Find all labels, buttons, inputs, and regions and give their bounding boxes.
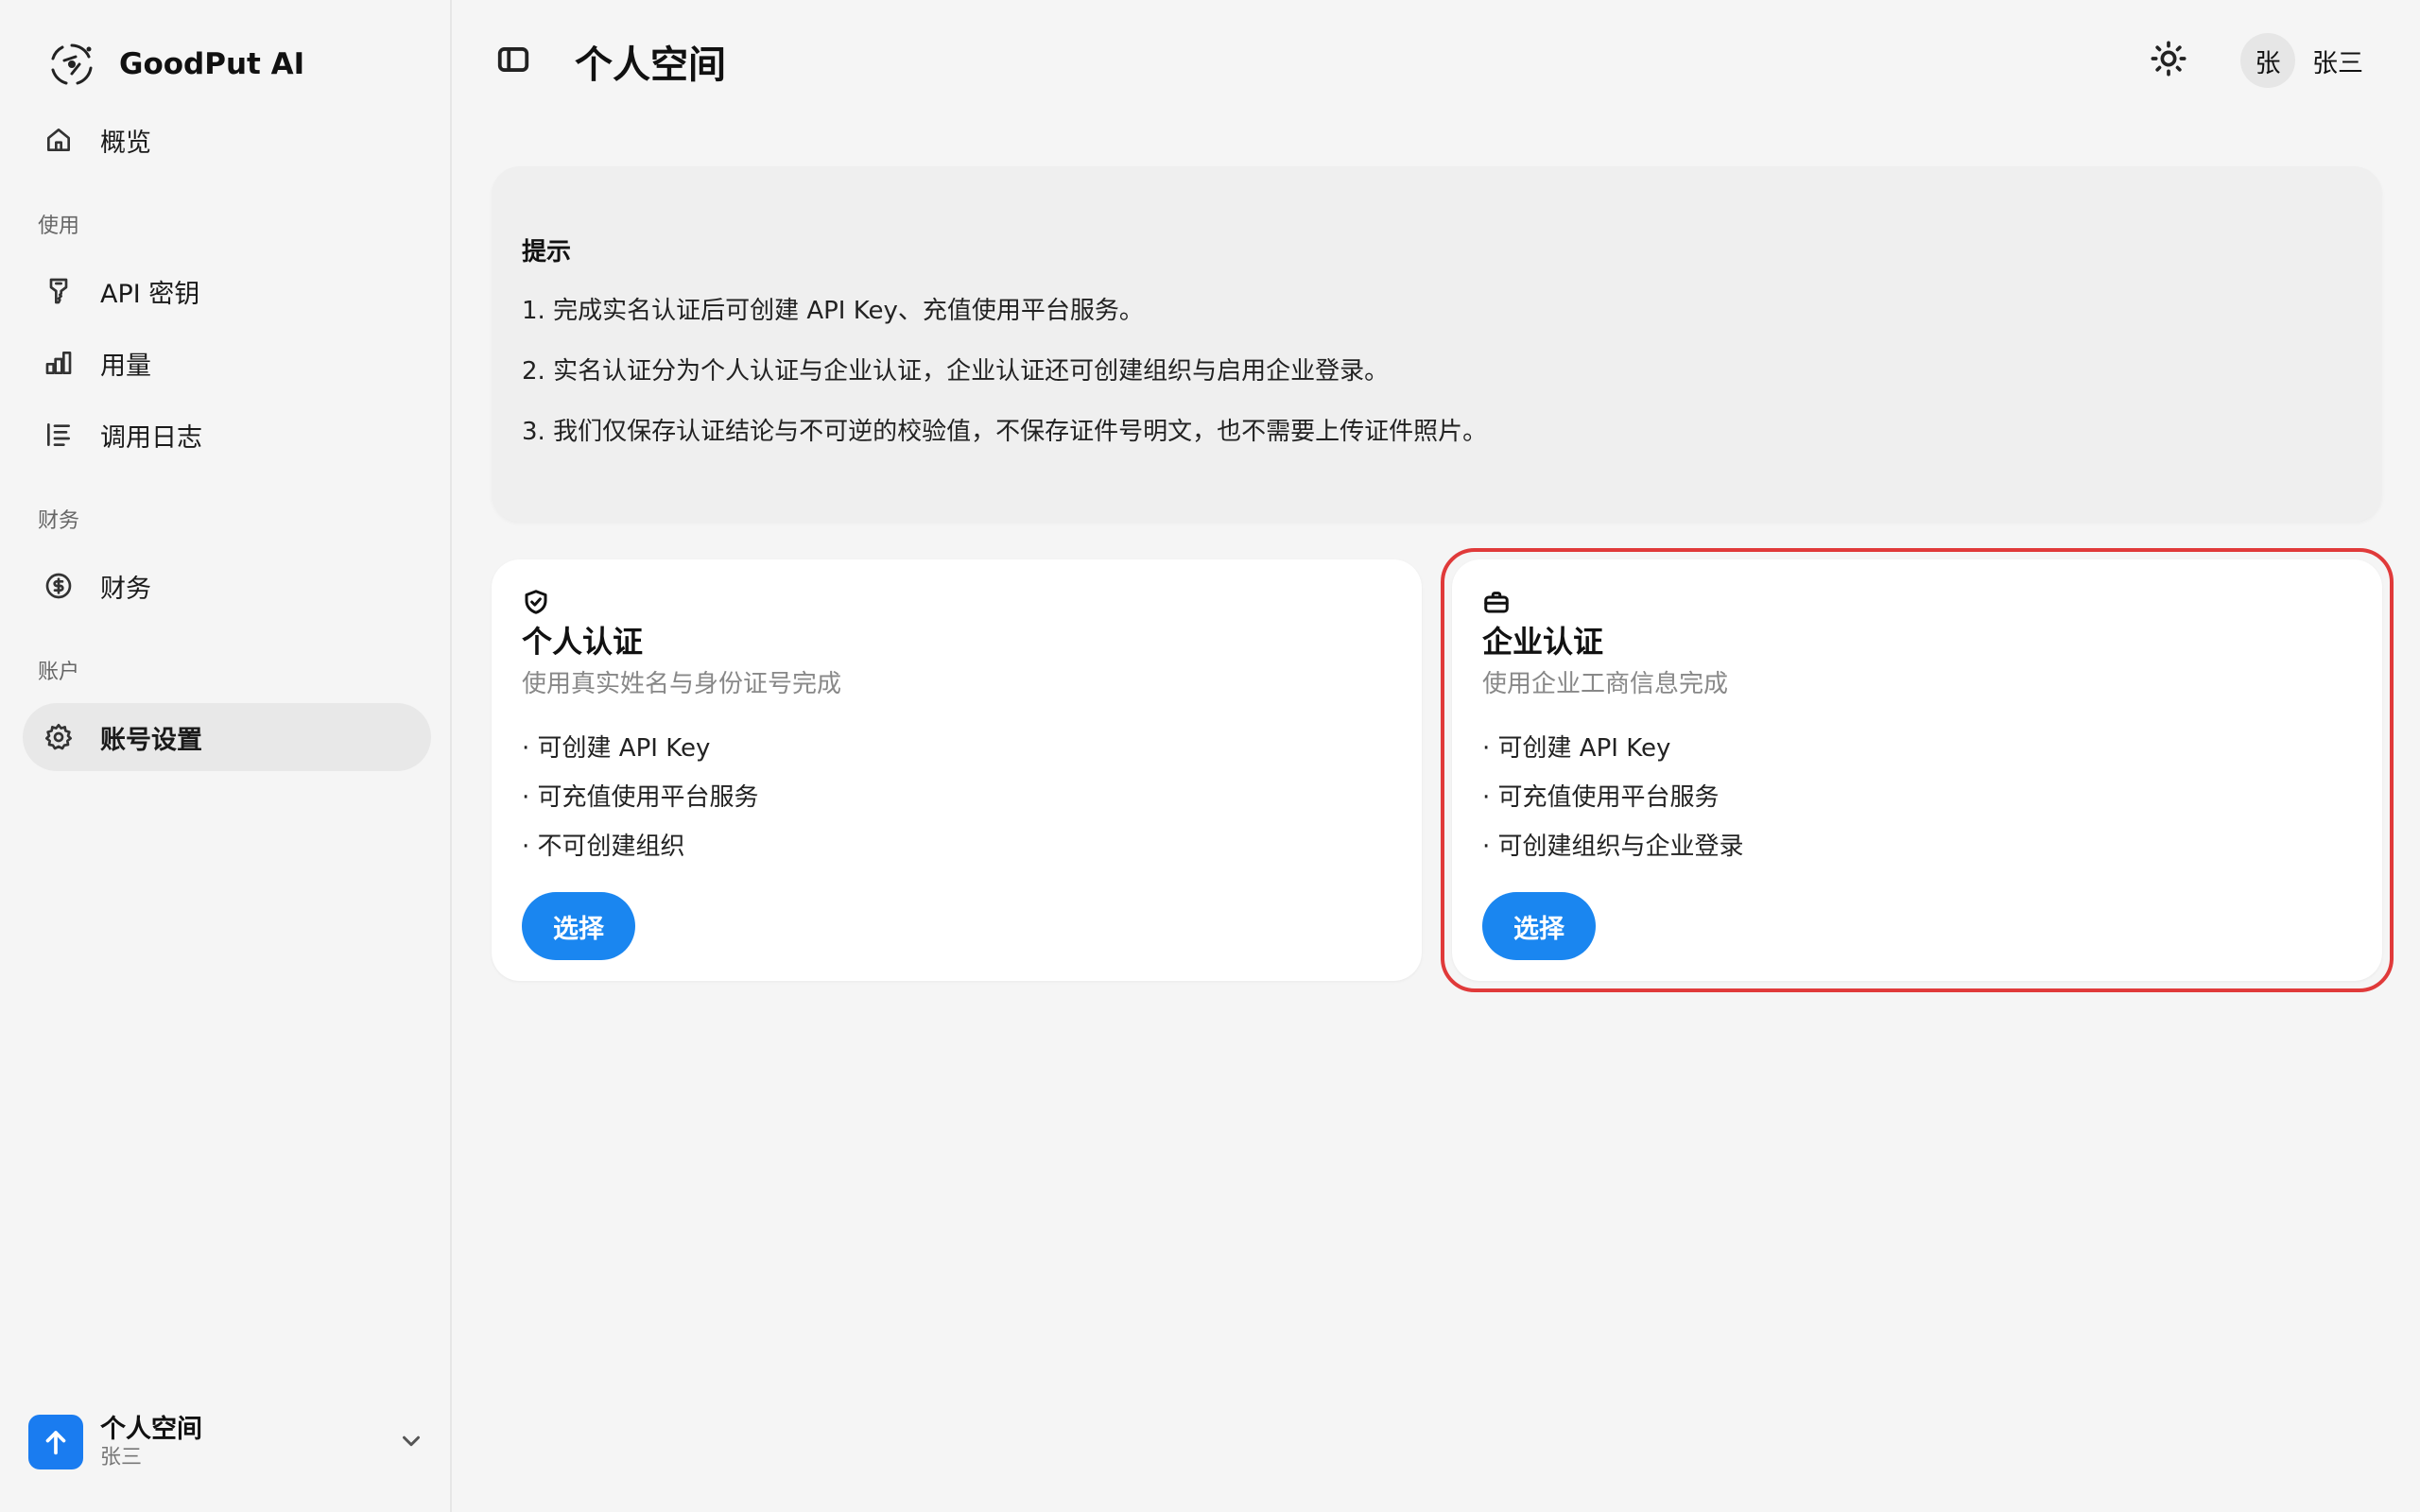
user-name: 张三 xyxy=(2312,48,2363,78)
sidebar: GoodPut AI 概览 使用 API 密钥 用量 调用日志 财务 财务 账户… xyxy=(0,0,452,1512)
feature-item: · 可创建组织与企业登录 xyxy=(1482,833,1744,861)
sun-icon xyxy=(2151,41,2187,77)
page-title: 个人空间 xyxy=(575,43,726,87)
section-label-usage: 使用 xyxy=(38,215,80,238)
feature-item: · 可创建 API Key xyxy=(522,734,711,763)
shield-check-icon xyxy=(522,588,552,618)
dollar-circle-icon xyxy=(42,569,76,603)
card-title: 个人认证 xyxy=(522,624,644,660)
user-menu[interactable]: 张 张三 xyxy=(2240,33,2363,88)
sidebar-item-label: 财务 xyxy=(100,574,151,604)
select-personal-button[interactable]: 选择 xyxy=(522,892,635,960)
sidebar-item-api-keys[interactable]: API 密钥 xyxy=(23,257,431,325)
sidebar-item-call-logs[interactable]: 调用日志 xyxy=(23,401,431,469)
feature-item: · 不可创建组织 xyxy=(522,833,685,861)
sidebar-item-label: 账号设置 xyxy=(100,725,202,755)
section-label-finance: 财务 xyxy=(38,509,80,533)
list-icon xyxy=(42,418,76,452)
brand[interactable]: GoodPut AI xyxy=(47,40,304,89)
gear-icon xyxy=(42,720,76,754)
home-icon xyxy=(42,123,76,157)
sidebar-item-label: 概览 xyxy=(100,128,151,158)
card-subtitle: 使用真实姓名与身份证号完成 xyxy=(522,670,842,698)
notice-line: 3. 我们仅保存认证结论与不可逆的校验值，不保存证件号明文，也不需要上传证件照片… xyxy=(522,418,1488,446)
sidebar-item-label: 调用日志 xyxy=(100,422,202,453)
select-enterprise-button[interactable]: 选择 xyxy=(1482,892,1596,960)
enterprise-verification-card: 企业认证 使用企业工商信息完成 · 可创建 API Key · 可充值使用平台服… xyxy=(1452,559,2382,981)
sidebar-panel-icon xyxy=(497,47,529,72)
personal-verification-card: 个人认证 使用真实姓名与身份证号完成 · 可创建 API Key · 可充值使用… xyxy=(492,559,1422,981)
sidebar-item-overview[interactable]: 概览 xyxy=(23,106,431,174)
feature-item: · 可充值使用平台服务 xyxy=(522,783,759,812)
feature-item: · 可充值使用平台服务 xyxy=(1482,783,1720,812)
space-avatar xyxy=(28,1415,83,1469)
key-icon xyxy=(42,274,76,308)
sidebar-item-usage[interactable]: 用量 xyxy=(23,329,431,397)
app-root: GoodPut AI 概览 使用 API 密钥 用量 调用日志 财务 财务 账户… xyxy=(0,0,2420,1512)
feature-item: · 可创建 API Key xyxy=(1482,734,1671,763)
sidebar-item-finance[interactable]: 财务 xyxy=(23,552,431,620)
arrow-up-icon xyxy=(45,1431,66,1455)
notice-line: 1. 完成实名认证后可创建 API Key、充值使用平台服务。 xyxy=(522,297,1144,325)
goodput-logo-icon xyxy=(51,43,93,85)
briefcase-icon xyxy=(1482,588,1512,618)
notice-line: 2. 实名认证分为个人认证与企业认证，企业认证还可创建组织与启用企业登录。 xyxy=(522,357,1390,386)
sidebar-item-label: 用量 xyxy=(100,351,151,381)
sidebar-item-account-settings[interactable]: 账号设置 xyxy=(23,703,431,771)
sidebar-item-label: API 密钥 xyxy=(100,279,200,309)
avatar: 张 xyxy=(2240,33,2295,88)
theme-toggle-button[interactable] xyxy=(2150,40,2191,81)
notice-title: 提示 xyxy=(522,238,572,266)
notice-panel: 提示 1. 完成实名认证后可创建 API Key、充值使用平台服务。 2. 实名… xyxy=(492,166,2382,522)
card-title: 企业认证 xyxy=(1482,624,1604,660)
space-info: 个人空间 张三 xyxy=(100,1414,202,1470)
section-label-account: 账户 xyxy=(38,661,80,684)
bar-chart-icon xyxy=(42,346,76,380)
space-name: 个人空间 xyxy=(100,1415,202,1444)
chevron-down-icon[interactable] xyxy=(397,1427,425,1455)
space-switcher[interactable]: 个人空间 张三 xyxy=(28,1408,425,1476)
card-subtitle: 使用企业工商信息完成 xyxy=(1482,670,1729,698)
brand-name: GoodPut AI xyxy=(119,47,305,81)
space-user: 张三 xyxy=(100,1446,143,1469)
sidebar-toggle-button[interactable] xyxy=(495,42,533,79)
